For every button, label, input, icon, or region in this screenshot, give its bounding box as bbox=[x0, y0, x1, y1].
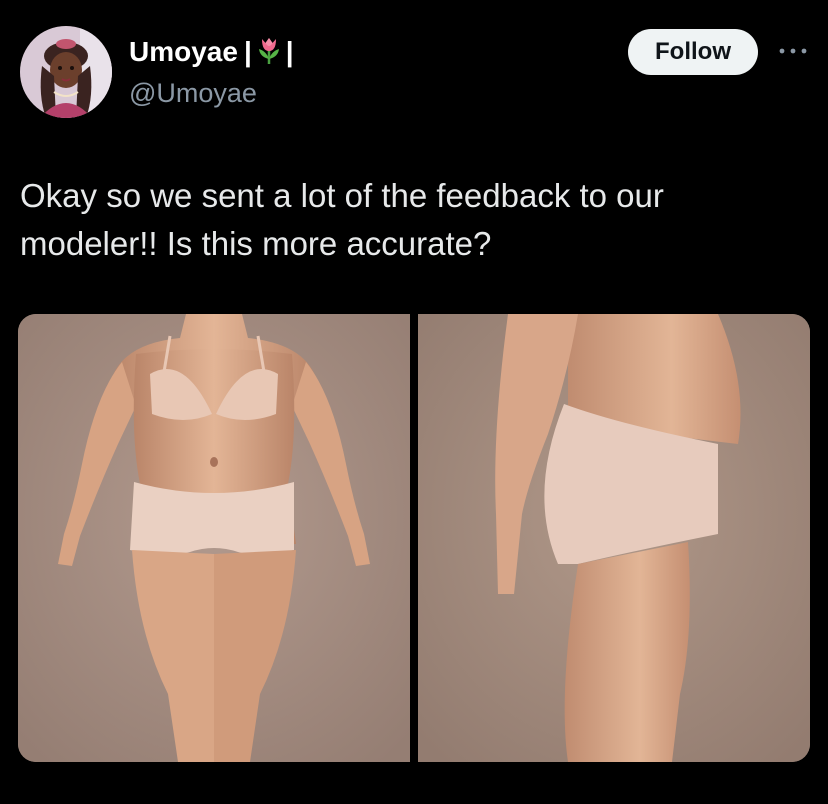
display-name-text: Umoyae bbox=[129, 36, 238, 67]
user-info: Umoyae | | @Umoyae bbox=[129, 34, 294, 110]
display-name[interactable]: Umoyae | | bbox=[129, 34, 294, 74]
tweet-header: Umoyae | | @Umoyae Follow bbox=[0, 0, 828, 130]
front-view-image[interactable] bbox=[18, 314, 410, 762]
name-separator-left: | bbox=[243, 36, 252, 67]
tulip-icon bbox=[254, 35, 284, 74]
follow-button[interactable]: Follow bbox=[628, 29, 758, 75]
side-view-image[interactable] bbox=[418, 314, 810, 762]
name-separator-right: | bbox=[285, 36, 294, 67]
tweet-media[interactable] bbox=[18, 314, 810, 762]
tweet-text: Okay so we sent a lot of the feedback to… bbox=[20, 177, 664, 262]
ellipsis-icon[interactable] bbox=[776, 40, 810, 62]
avatar[interactable] bbox=[20, 26, 112, 118]
user-handle[interactable]: @Umoyae bbox=[129, 76, 294, 110]
